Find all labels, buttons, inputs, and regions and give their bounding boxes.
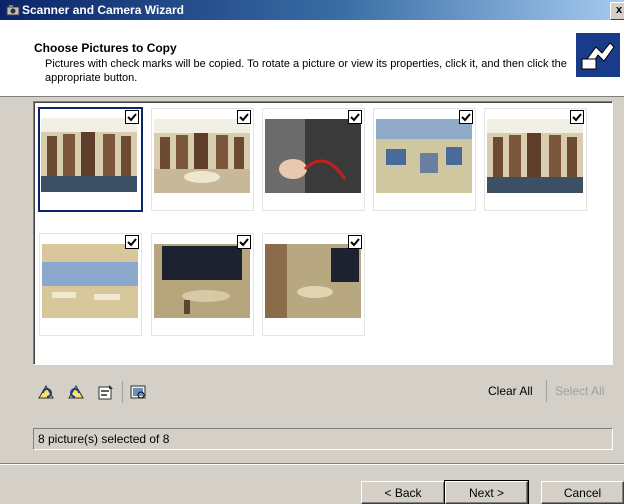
clear-select-separator [546, 380, 547, 402]
back-button[interactable]: < Back [361, 481, 445, 504]
thumbnail-item-2[interactable] [151, 108, 254, 211]
thumbnail-item-3[interactable] [262, 108, 365, 211]
thumbnail-checkbox-4[interactable] [459, 110, 473, 124]
rotate-clockwise-icon[interactable] [37, 383, 55, 401]
window-title: Scanner and Camera Wizard [22, 3, 184, 17]
thumbnail-checkbox-2[interactable] [237, 110, 251, 124]
rotate-counterclockwise-icon[interactable] [67, 383, 85, 401]
thumbnail-item-1[interactable] [38, 107, 143, 212]
thumbnail-checkbox-6[interactable] [125, 235, 139, 249]
selection-status: 8 picture(s) selected of 8 [33, 428, 613, 450]
photo-table-corner [265, 244, 361, 318]
clear-all-link[interactable]: Clear All [488, 384, 533, 398]
thumbnail-checkbox-5[interactable] [570, 110, 584, 124]
photo-windows-tables [42, 244, 138, 318]
preview-icon[interactable] [129, 383, 147, 401]
wizard-header: Choose Pictures to Copy Pictures with ch… [0, 20, 624, 97]
photo-study-room [376, 119, 472, 193]
close-button[interactable]: x [610, 2, 624, 20]
thumbnail-checkbox-3[interactable] [348, 110, 362, 124]
cancel-button[interactable]: Cancel [541, 481, 624, 504]
thumbnail-checkbox-1[interactable] [125, 110, 139, 124]
scanner-camera-icon [6, 5, 20, 16]
thumbnail-item-8[interactable] [262, 233, 365, 336]
photo-library-shelves [41, 118, 137, 192]
toolbar-separator [122, 381, 123, 403]
thumbnail-checkbox-8[interactable] [348, 235, 362, 249]
wizard-logo-icon [576, 33, 620, 77]
photo-hand-cable [265, 119, 361, 193]
footer-divider [0, 463, 624, 465]
photo-reading-area [154, 119, 250, 193]
photo-aisle [487, 119, 583, 193]
thumbnail-item-6[interactable] [39, 233, 142, 336]
select-all-link[interactable]: Select All [555, 384, 604, 398]
photo-night-window [154, 244, 250, 318]
thumbnail-checkbox-7[interactable] [237, 235, 251, 249]
next-button[interactable]: Next > [444, 480, 529, 504]
title-bar[interactable]: Scanner and Camera Wizard x [0, 0, 624, 20]
selection-status-text: 8 picture(s) selected of 8 [38, 432, 170, 446]
page-title: Choose Pictures to Copy [34, 41, 177, 55]
page-description: Pictures with check marks will be copied… [45, 58, 567, 84]
thumbnail-list[interactable] [33, 101, 613, 365]
thumbnail-item-7[interactable] [151, 233, 254, 336]
properties-icon[interactable] [97, 383, 115, 401]
thumbnail-item-5[interactable] [484, 108, 587, 211]
thumbnail-item-4[interactable] [373, 108, 476, 211]
